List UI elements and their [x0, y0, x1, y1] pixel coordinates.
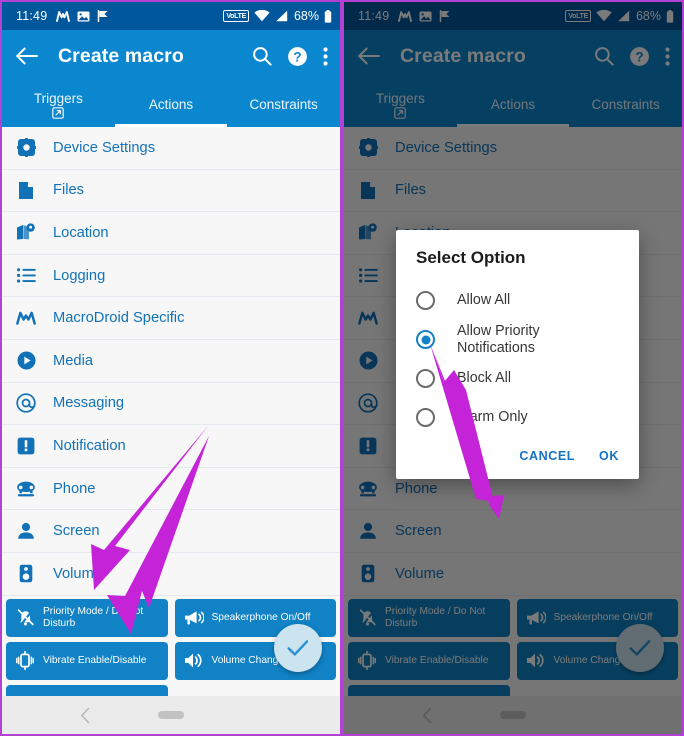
- list-item[interactable]: Location: [2, 212, 340, 255]
- list-item-label: Phone: [53, 480, 96, 497]
- bell-off-icon: [14, 608, 36, 627]
- battery-icon: [324, 9, 332, 23]
- nav-back-icon[interactable]: [80, 707, 91, 724]
- dialog-action-bar: CANCEL OK: [416, 437, 619, 473]
- tab-triggers[interactable]: Triggers: [2, 82, 115, 127]
- confirm-fab-button[interactable]: [274, 624, 322, 672]
- list-item[interactable]: Logging: [2, 255, 340, 298]
- search-icon[interactable]: [252, 46, 272, 66]
- tab-actions[interactable]: Actions: [114, 82, 228, 127]
- list-lines-icon: [16, 266, 36, 286]
- telephone-icon: [16, 479, 36, 499]
- right-screen-panel: 11:49 VoLTE: [344, 2, 682, 734]
- list-item-label: Screen: [53, 523, 100, 540]
- at-sign-icon: [16, 393, 36, 414]
- megaphone-icon: [183, 610, 205, 626]
- dialog-option-block-all[interactable]: Block All: [416, 359, 619, 398]
- speaker-device-icon: [16, 564, 36, 584]
- radio-button-unchecked-icon[interactable]: [416, 369, 435, 388]
- status-bar-left-icons: [56, 10, 109, 22]
- wifi-icon: [254, 10, 270, 22]
- list-item[interactable]: Media: [2, 340, 340, 383]
- dialog-option-label: Allow Priority Notifications: [457, 322, 540, 356]
- flag-icon: [97, 10, 109, 22]
- page-title: Create macro: [58, 44, 184, 67]
- help-icon[interactable]: ?: [287, 46, 308, 67]
- dialog-option-label: Alarm Only: [457, 409, 528, 425]
- status-bar: 11:49 VoLTE: [2, 2, 340, 30]
- image-icon: [77, 11, 90, 22]
- radio-button-unchecked-icon[interactable]: [416, 291, 435, 310]
- list-item-label: Notification: [53, 437, 126, 454]
- signal-icon: [275, 10, 288, 22]
- tab-constraints[interactable]: Constraints: [227, 82, 340, 127]
- cancel-button[interactable]: CANCEL: [519, 449, 575, 463]
- app-bar: Create macro ?: [2, 30, 340, 82]
- dialog-option-alarm-only[interactable]: Alarm Only: [416, 398, 619, 437]
- dialog-option-label: Allow All: [457, 292, 511, 308]
- list-item[interactable]: Notification: [2, 425, 340, 468]
- list-item-label: Logging: [53, 267, 106, 284]
- chip-label: Vibrate Enable/Disable: [43, 654, 147, 666]
- status-bar-right-icons: VoLTE 68%: [223, 9, 332, 23]
- chip-label: Volume Change: [211, 654, 285, 666]
- exclamation-square-icon: [16, 436, 36, 456]
- overflow-menu-icon[interactable]: [323, 46, 328, 66]
- chip-vibrate[interactable]: Vibrate Enable/Disable: [6, 641, 168, 680]
- list-item[interactable]: Volume: [2, 553, 340, 596]
- external-link-icon: [52, 106, 65, 119]
- dialog-option-label: Block All: [457, 370, 512, 386]
- macrodroid-icon: [56, 10, 71, 22]
- dialog-option-allow-priority-notifications[interactable]: Allow Priority Notifications: [416, 320, 619, 359]
- action-category-list: Device Settings Files Location Logging: [2, 127, 340, 596]
- macrodroid-m-icon: [16, 308, 36, 328]
- left-screen-panel: 11:49 VoLTE 68% Create macro ? Triggers …: [2, 2, 340, 734]
- list-item[interactable]: Device Settings: [2, 127, 340, 170]
- screenshot-stage: 11:49 VoLTE 68% Create macro ? Triggers …: [0, 0, 684, 736]
- map-pin-icon: [16, 223, 36, 243]
- chip-label: Priority Mode / Do Not Disturb: [43, 605, 144, 629]
- tab-bar: Triggers Actions Constraints: [2, 82, 340, 127]
- vibrate-icon: [14, 651, 36, 671]
- list-item-label: Media: [53, 352, 94, 369]
- volume-up-icon: [183, 652, 205, 669]
- list-item[interactable]: Messaging: [2, 383, 340, 426]
- list-item-label: Files: [53, 182, 85, 199]
- chip-label: Speakerphone On/Off: [211, 611, 311, 623]
- tab-actions-label: Actions: [148, 97, 194, 112]
- ok-button[interactable]: OK: [599, 449, 619, 463]
- list-item-label: MacroDroid Specific: [53, 310, 185, 327]
- chip-priority-mode[interactable]: Priority Mode / Do Not Disturb: [6, 598, 168, 637]
- play-circle-icon: [16, 351, 36, 371]
- file-document-icon: [16, 180, 36, 200]
- battery-percent-label: 68%: [293, 9, 319, 23]
- status-bar-time: 11:49: [16, 9, 48, 23]
- dialog-title: Select Option: [416, 248, 526, 267]
- dialog-option-allow-all[interactable]: Allow All: [416, 281, 619, 320]
- nav-home-pill[interactable]: [158, 711, 184, 719]
- check-icon: [286, 638, 310, 658]
- tab-constraints-label: Constraints: [249, 97, 318, 112]
- nav-bar: [2, 696, 340, 734]
- tab-triggers-label: Triggers: [33, 90, 83, 106]
- list-item[interactable]: Files: [2, 170, 340, 213]
- list-item-label: Volume: [53, 565, 102, 582]
- back-arrow-icon[interactable]: [16, 47, 38, 65]
- person-icon: [16, 521, 36, 541]
- list-item-label: Device Settings: [53, 139, 156, 156]
- list-item[interactable]: MacroDroid Specific: [2, 297, 340, 340]
- svg-text:?: ?: [293, 49, 301, 64]
- list-item-label: Messaging: [53, 395, 125, 412]
- select-option-dialog: Select Option Allow All Allow Priority N…: [396, 230, 639, 479]
- list-item[interactable]: Phone: [2, 468, 340, 511]
- list-item[interactable]: Screen: [2, 510, 340, 553]
- radio-button-unchecked-icon[interactable]: [416, 408, 435, 427]
- list-item-label: Location: [53, 224, 109, 241]
- settings-gear-icon: [16, 138, 36, 158]
- volte-badge: VoLTE: [223, 10, 249, 22]
- radio-button-checked-icon[interactable]: [416, 330, 435, 349]
